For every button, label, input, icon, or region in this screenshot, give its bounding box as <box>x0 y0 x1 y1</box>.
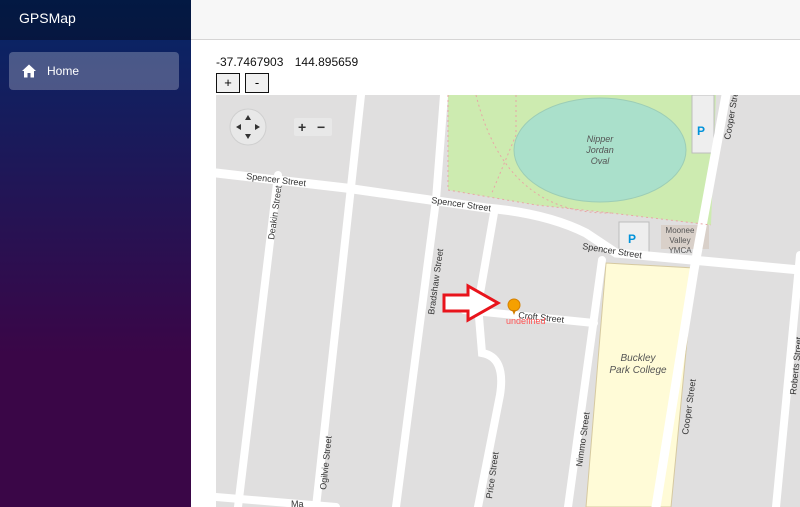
school-label: Park College <box>609 365 667 376</box>
longitude-value: 144.895659 <box>294 55 359 69</box>
map-zoom-control: + − <box>294 118 332 136</box>
map-canvas[interactable]: + − Spencer Street Spencer Street Spence… <box>216 95 800 507</box>
street-label: Deakin Street <box>266 184 284 240</box>
zoom-in-button[interactable]: + <box>216 73 240 93</box>
app-title[interactable]: GPSMap <box>0 0 191 40</box>
oval-label: Jordan <box>585 145 614 155</box>
sidebar-item-label: Home <box>47 64 80 78</box>
sidebar-item-home[interactable]: Home <box>9 52 179 90</box>
map-zoom-out-button[interactable]: − <box>317 119 325 135</box>
map-zoom-in-button[interactable]: + <box>298 119 306 135</box>
parking-icon: P <box>697 124 705 138</box>
zoom-out-button[interactable]: - <box>245 73 269 93</box>
coordinates-readout: -37.7467903 144.895659 <box>216 55 366 69</box>
sidebar: GPSMap Home <box>0 0 191 507</box>
marker-label: undefined <box>506 316 546 326</box>
street-label: Ma <box>291 499 304 507</box>
street-label: Spencer Street <box>431 195 492 213</box>
ymca-label: Moonee <box>666 226 695 235</box>
pan-control[interactable] <box>229 108 267 146</box>
parking-icon: P <box>628 232 636 246</box>
ymca-label: YMCA <box>668 246 692 255</box>
top-row <box>191 0 800 40</box>
home-icon <box>21 63 37 79</box>
ymca-label: Valley <box>669 236 690 245</box>
oval-label: Oval <box>591 156 611 166</box>
latitude-value: -37.7467903 <box>216 55 284 69</box>
school-label: Buckley <box>620 353 656 364</box>
oval-label: Nipper <box>587 134 615 144</box>
